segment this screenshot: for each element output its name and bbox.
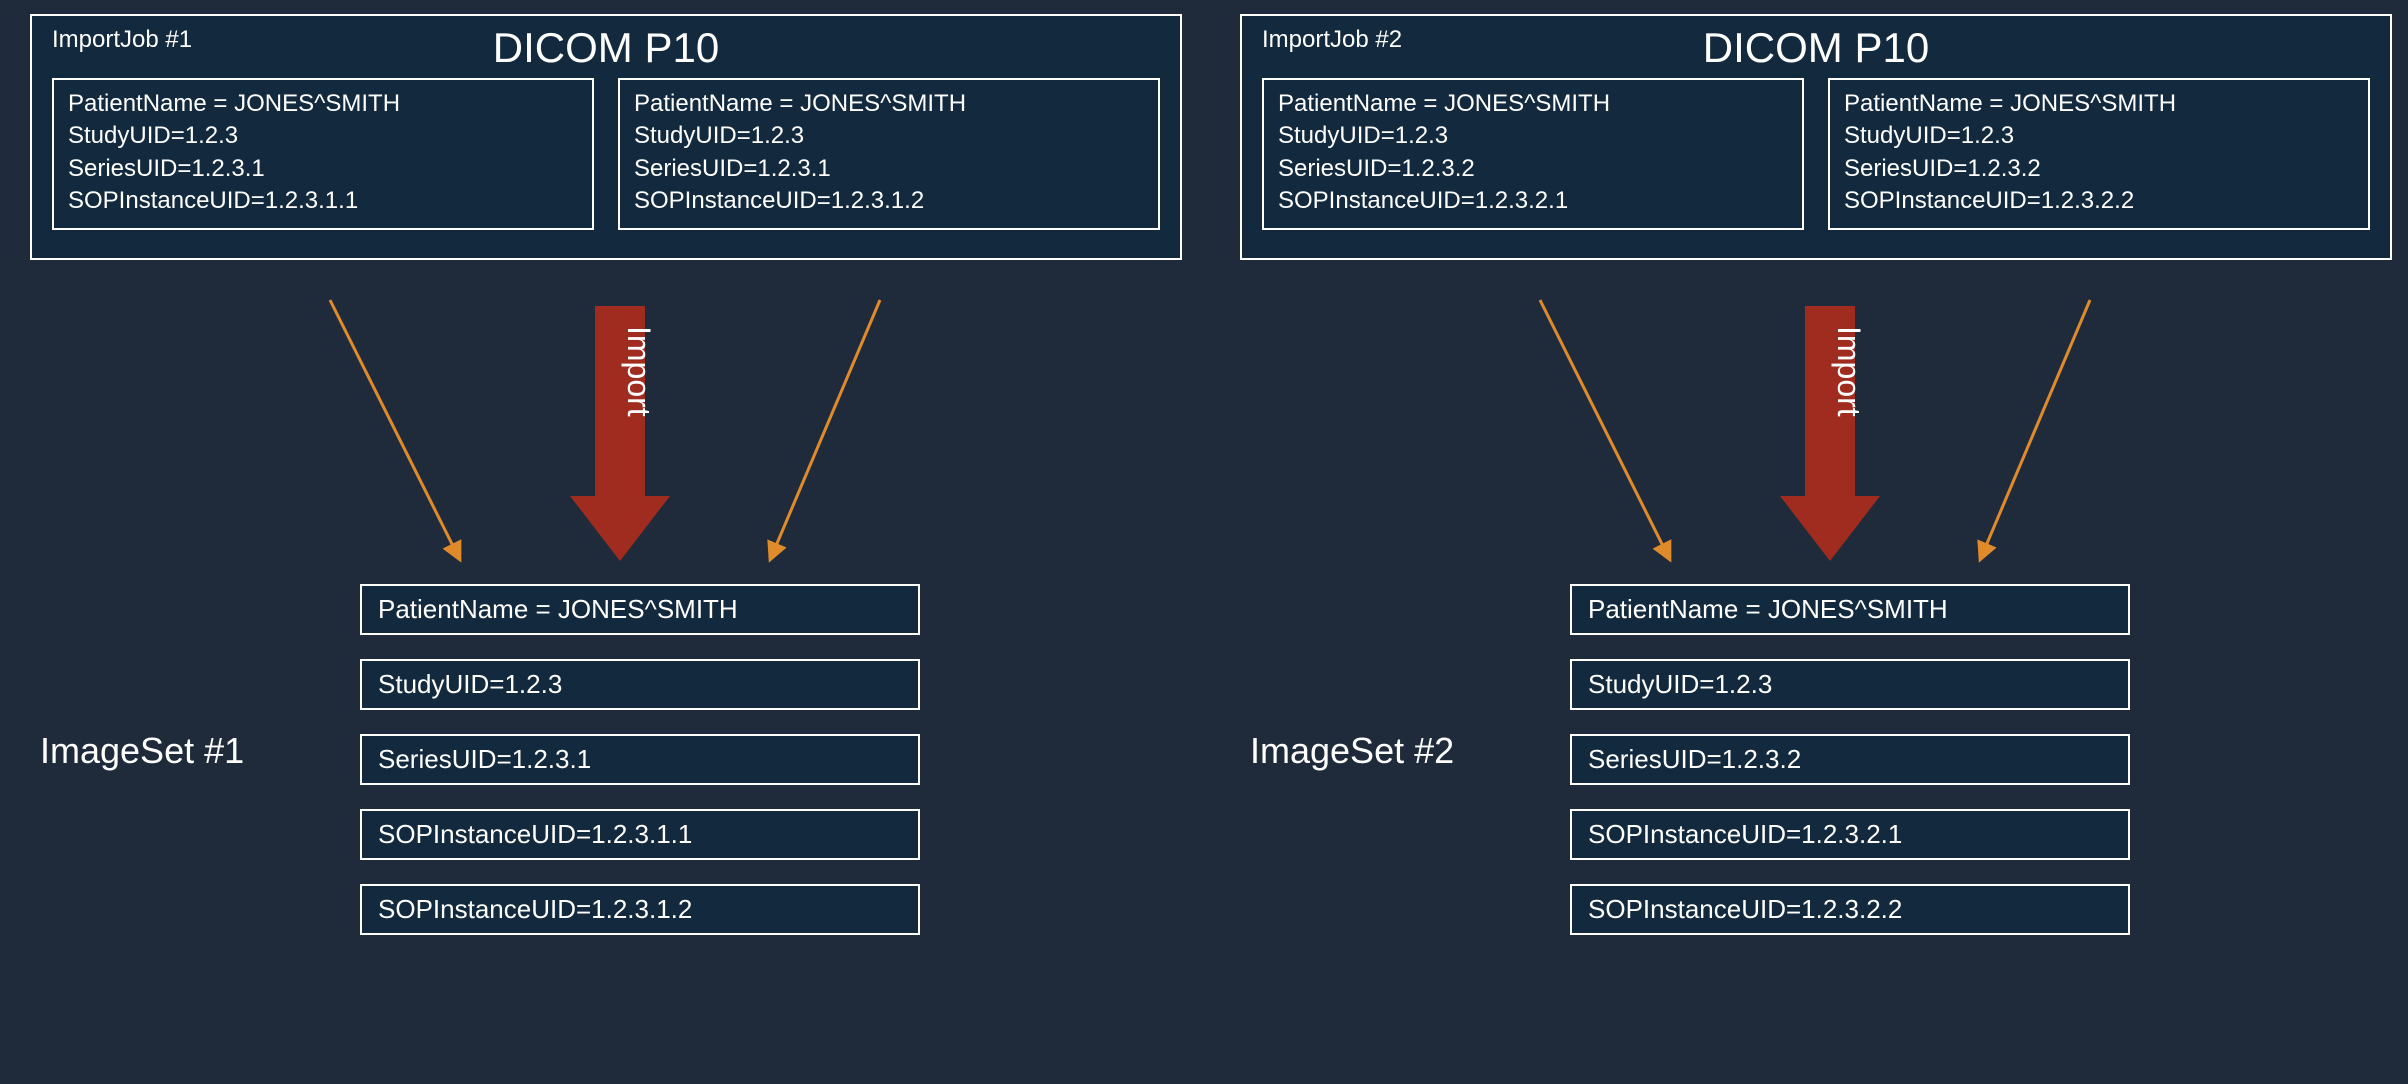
result-box: StudyUID=1.2.3 — [360, 659, 920, 710]
result-box: PatientName = JONES^SMITH — [1570, 584, 2130, 635]
result-box: SOPInstanceUID=1.2.3.2.1 — [1570, 809, 2130, 860]
result-box: SOPInstanceUID=1.2.3.1.1 — [360, 809, 920, 860]
result-box: SeriesUID=1.2.3.2 — [1570, 734, 2130, 785]
result-box: SOPInstanceUID=1.2.3.1.2 — [360, 884, 920, 935]
result-box: StudyUID=1.2.3 — [1570, 659, 2130, 710]
imageset-1-label: ImageSet #1 — [40, 730, 244, 772]
imageset-2-results: PatientName = JONES^SMITH StudyUID=1.2.3… — [1570, 584, 2130, 935]
result-box: SOPInstanceUID=1.2.3.2.2 — [1570, 884, 2130, 935]
imageset-1-results: PatientName = JONES^SMITH StudyUID=1.2.3… — [360, 584, 920, 935]
result-box: PatientName = JONES^SMITH — [360, 584, 920, 635]
imageset-2-label: ImageSet #2 — [1250, 730, 1454, 772]
result-box: SeriesUID=1.2.3.1 — [360, 734, 920, 785]
